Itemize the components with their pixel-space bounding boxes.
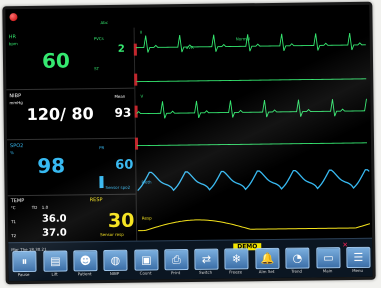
separator [7,193,136,197]
resp-value: 30 [107,209,135,232]
toolbar-button-lift[interactable]: ▤ [43,250,68,272]
signal-bar [99,176,104,189]
ecg-wave [136,98,367,119]
toolbar-button-label: NIBP [109,270,120,276]
separator [6,87,135,91]
temp-label: TEMP [10,198,25,205]
toolbar-button-label: Main [322,268,333,274]
toolbar-button-label: Trend [291,268,303,274]
st-label: ST [94,66,100,72]
toolbar-button-main[interactable]: ▭ [316,247,341,269]
toolbar-button-patient[interactable]: ☻ [73,250,98,272]
waveform-area [135,32,371,232]
resp-label: RESP [89,197,103,204]
td-label: TD [31,204,38,210]
toolbar-button-label: Lift [51,271,58,277]
hr-panel[interactable]: HR bpm 60 PVCs 2 ST [5,5,369,73]
pleth-wave [137,169,370,192]
t2-label: T2 [11,233,17,239]
pr-value: 60 [115,157,134,173]
ecg-wave [136,78,367,83]
hr-value: 60 [41,48,70,73]
t1-label: T1 [10,219,16,225]
spo2-label: SPO2 [9,143,24,150]
nibp-mean-value: 93 [114,105,132,120]
temp-unit: °C [10,205,16,211]
hr-unit: bpm [8,41,18,47]
nibp-label: NIBP [9,93,22,100]
hr-label: HR [8,34,16,41]
toolbar-button-label: Patient [77,271,92,277]
t1-value: 36.0 [41,213,67,225]
toolbar-button-label: Print [170,270,181,276]
toolbar-button-label: Menu [352,267,364,274]
pr-label: PR [99,145,105,151]
resp-panel[interactable]: RESP 30 Sensor resp [5,5,369,237]
spo2-panel[interactable]: SPO2 % 98 PR 60 Sensor spo2 [5,5,369,190]
nibp-mean-label: Mean [114,93,126,99]
monitor-bezel: Abc HR bpm 60 PVCs 2 ST NIBP mmHg Mean 1… [2,1,376,285]
pleth-label: Pleth [141,179,152,185]
ecg-annotation: Normal [235,36,251,42]
pvcs-value: 2 [117,43,125,55]
nibp-unit: mmHg [9,100,23,106]
toolbar-button-switch[interactable]: ⇄ [194,248,219,270]
ecg-wave [137,142,368,147]
spo2-sensor-label: Sensor spo2 [105,184,131,191]
toolbar-button-label: Count [139,270,152,276]
temp-panel[interactable]: TEMP °C TD 1.0 T1 36.0 T2 37.0 [5,5,369,239]
alarm-indicator-icon[interactable] [9,13,18,22]
toolbar-button-label: Pause [17,271,30,278]
toolbar-button-label: Switch [198,269,213,275]
spo2-value: 98 [37,153,66,178]
toolbar-button-label: Alm Set [258,268,275,275]
resp-sensor-label: Sensor resp [100,231,124,238]
toolbar-button-print[interactable]: ⎙ [164,249,189,271]
ecg-wave [135,32,366,53]
toolbar-button-label: Freeze [229,269,243,275]
toolbar-button-menu[interactable]: ☰ [346,246,371,269]
toolbar-button-trend[interactable]: ◔ [285,247,310,269]
lead-label: V [140,93,144,99]
nibp-panel[interactable]: NIBP mmHg Mean 120/ 80 93 [5,5,369,124]
lead-label: II [139,29,143,35]
lead-label: aVR [185,44,194,51]
toolbar-button-pause[interactable]: ⏸ [12,250,37,273]
pvcs-label: PVCs [93,36,104,42]
td-value: 1.0 [41,204,49,210]
resp-wave-label: Resp [141,215,152,221]
t2-value: 37.0 [42,227,67,239]
nibp-value: 120/ 80 [26,104,94,124]
toolbar-button-freeze[interactable]: ❄ [224,248,249,270]
resp-wave [138,219,371,232]
spo2-unit: % [10,150,14,156]
toolbar-button-alm-set[interactable]: 🔔 [255,247,280,270]
toolbar-button-nibp[interactable]: ◍ [103,249,128,272]
bottom-toolbar: Mar The 18.30.21 DEMO ✕ ⏸ Pause ▤ Lift ☻ Pati… [8,237,373,282]
monitor-screen: Abc HR bpm 60 PVCs 2 ST NIBP mmHg Mean 1… [5,4,373,282]
ecg-lead-label: Abc [100,19,109,26]
separator [6,137,135,141]
toolbar-button-count[interactable]: ▣ [134,249,159,271]
